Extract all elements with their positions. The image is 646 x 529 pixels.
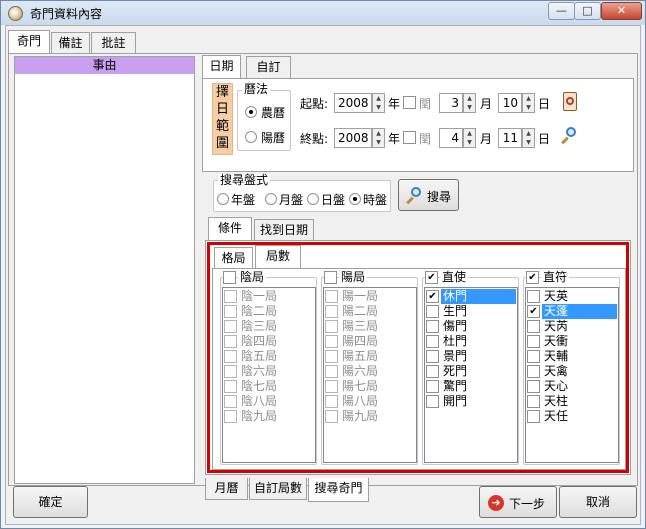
range-char: 擇 (215, 85, 229, 100)
main-window: 奇門資料內容 — □ ✕ 奇門 備註 批註 事由 日期 自訂 擇 日 範 圍 曆… (0, 0, 646, 529)
year-chart-label: 年盤 (231, 193, 256, 207)
search-button[interactable]: 搜尋 (398, 179, 459, 211)
start-label: 起點: (300, 97, 329, 111)
reason-header: 事由 (15, 57, 194, 74)
search-icon (406, 187, 424, 205)
end-month-spinner[interactable]: ▲ ▼ (463, 128, 476, 148)
month-chart-label: 月盤 (279, 193, 304, 207)
next-step-button[interactable]: ➔ 下一步 (479, 486, 557, 518)
start-leap-checkbox[interactable] (403, 96, 416, 109)
close-button[interactable]: ✕ (601, 2, 642, 20)
search-type-title: 搜尋盤式 (218, 173, 271, 187)
search-button-label: 搜尋 (427, 190, 452, 204)
calendar-group-title: 曆法 (242, 82, 271, 96)
calendar-icon[interactable] (563, 92, 577, 111)
next-step-label: 下一步 (509, 497, 546, 511)
end-day-unit: 日 (538, 132, 551, 146)
start-month-field[interactable]: 3 (439, 93, 463, 113)
app-icon (8, 6, 23, 21)
end-leap-label: 閏 (419, 132, 432, 146)
conditions-panel: 格局 局數 陰局 陰一局 陰二局 陰三局 陰四局 陰五局 陰六局 陰七局 陰八局 陰九局 陽局 陽一局… (205, 240, 631, 475)
date-range-label: 擇 日 範 圍 (212, 83, 233, 155)
start-day-spinner[interactable]: ▲ ▼ (522, 93, 535, 113)
tab-month-calendar[interactable]: 月曆 (205, 478, 248, 500)
solar-radio[interactable] (245, 131, 257, 143)
ok-button[interactable]: 確定 (13, 486, 88, 518)
magnifier-icon[interactable] (561, 127, 579, 145)
start-month-spinner[interactable]: ▲ ▼ (463, 93, 476, 113)
tab-custom[interactable]: 自訂 (246, 56, 291, 78)
client-area: 奇門 備註 批註 事由 日期 自訂 擇 日 範 圍 曆法 農曆 陽曆 起點: 2… (5, 25, 641, 525)
tab-found-dates[interactable]: 找到日期 (254, 219, 314, 241)
tab-custom-bureau[interactable]: 自訂局數 (249, 478, 307, 500)
end-year-field[interactable]: 2008 (334, 128, 372, 148)
reason-panel[interactable]: 事由 (14, 56, 195, 484)
solar-label: 陽曆 (261, 131, 286, 145)
highlight-frame (207, 242, 629, 473)
start-day-field[interactable]: 10 (498, 93, 522, 113)
start-month-unit: 月 (480, 97, 493, 111)
end-month-unit: 月 (480, 132, 493, 146)
title-bar: 奇門資料內容 — □ ✕ (1, 1, 645, 25)
end-label: 終點: (300, 132, 329, 146)
hour-chart-radio[interactable] (349, 193, 361, 205)
year-chart-radio[interactable] (217, 193, 229, 205)
end-day-field[interactable]: 11 (498, 128, 522, 148)
start-leap-label: 閏 (419, 97, 432, 111)
main-tab-panel: 事由 日期 自訂 擇 日 範 圍 曆法 農曆 陽曆 起點: 2008 ▲ ▼ 年 … (8, 53, 638, 502)
tab-date[interactable]: 日期 (202, 55, 241, 79)
month-chart-radio[interactable] (265, 193, 277, 205)
end-month-field[interactable]: 4 (439, 128, 463, 148)
start-year-spinner[interactable]: ▲ ▼ (372, 93, 385, 113)
lunar-label: 農曆 (261, 106, 286, 120)
start-day-unit: 日 (538, 97, 551, 111)
start-year-unit: 年 (388, 97, 401, 111)
date-panel: 擇 日 範 圍 曆法 農曆 陽曆 起點: 2008 ▲ ▼ 年 閏 3 ▲ ▼ 月 … (202, 78, 634, 172)
tab-qimen[interactable]: 奇門 (8, 30, 50, 54)
end-leap-checkbox[interactable] (403, 131, 416, 144)
maximize-button[interactable]: □ (574, 2, 601, 20)
end-day-spinner[interactable]: ▲ ▼ (522, 128, 535, 148)
range-char: 日 (215, 102, 229, 117)
end-year-spinner[interactable]: ▲ ▼ (372, 128, 385, 148)
tab-search-qimen[interactable]: 搜尋奇門 (308, 478, 369, 502)
tab-notes[interactable]: 備註 (51, 32, 90, 54)
day-chart-radio[interactable] (307, 193, 319, 205)
range-char: 圍 (215, 136, 229, 151)
cancel-button[interactable]: 取消 (559, 486, 637, 518)
tab-comments[interactable]: 批註 (91, 32, 136, 54)
range-char: 範 (215, 119, 229, 134)
minimize-button[interactable]: — (548, 2, 575, 20)
end-year-unit: 年 (388, 132, 401, 146)
window-title: 奇門資料內容 (30, 7, 103, 21)
lunar-radio[interactable] (245, 106, 257, 118)
hour-chart-label: 時盤 (363, 193, 388, 207)
start-year-field[interactable]: 2008 (334, 93, 372, 113)
day-chart-label: 日盤 (321, 193, 346, 207)
arrow-right-icon: ➔ (488, 495, 504, 511)
tab-conditions[interactable]: 條件 (208, 217, 252, 241)
